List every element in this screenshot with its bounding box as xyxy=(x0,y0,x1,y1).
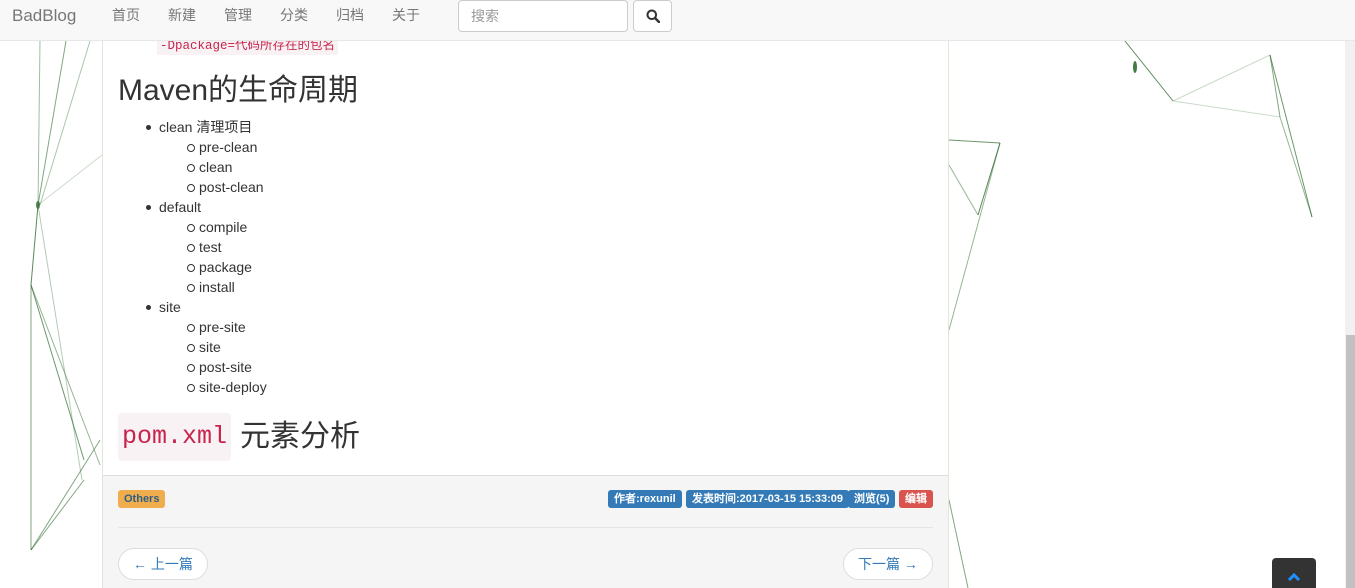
brand-logo[interactable]: BadBlog xyxy=(12,6,76,26)
nav-home[interactable]: 首页 xyxy=(98,0,154,40)
list-item: post-clean xyxy=(187,179,264,195)
list-item: clean 清理项目 xyxy=(145,119,253,135)
next-post-button[interactable]: 下一篇 → xyxy=(843,548,933,580)
list-item: compile xyxy=(186,219,248,235)
list-item: post-site xyxy=(187,359,252,375)
edit-button[interactable]: 编辑 xyxy=(899,490,933,508)
list-item: pre-site xyxy=(187,319,246,335)
views-badge: 浏览(5) xyxy=(848,490,896,508)
nav-about[interactable]: 关于 xyxy=(378,0,434,40)
list-item: pre-clean xyxy=(186,139,258,155)
nav-manage[interactable]: 管理 xyxy=(210,0,266,40)
nav-new[interactable]: 新建 xyxy=(154,0,210,40)
post-footer: Others 作者:rexunil 发表时间:2017-03-15 15:33:… xyxy=(103,475,948,588)
top-navbar: BadBlog 首页 新建 管理 分类 归档 关于 xyxy=(0,0,1355,41)
nav-archive[interactable]: 归档 xyxy=(322,0,378,40)
search-icon xyxy=(646,9,660,23)
scrollbar-thumb[interactable] xyxy=(1346,335,1355,588)
publish-time-badge: 发表时间:2017-03-15 15:33:09 xyxy=(686,490,850,508)
list-item: test xyxy=(187,239,222,255)
list-item: clean xyxy=(186,159,233,175)
category-tag[interactable]: Others xyxy=(118,490,166,508)
pom-heading-code: pom.xml xyxy=(118,413,232,461)
chevron-up-icon xyxy=(1287,572,1301,582)
nav-category[interactable]: 分类 xyxy=(266,0,322,40)
list-item: default xyxy=(145,199,202,215)
list-item: install xyxy=(187,279,235,295)
list-item: site xyxy=(146,299,181,315)
list-item: site-deploy xyxy=(187,379,267,395)
lifecycle-heading: Maven的生命周期 xyxy=(118,74,359,107)
search-input[interactable] xyxy=(458,0,628,32)
article-panel: -Dpackage=代码所存在的包名 Maven的生命周期 clean 清理项目… xyxy=(102,41,949,588)
list-item: site xyxy=(187,339,221,355)
list-item: package xyxy=(187,259,252,275)
nav-links: 首页 新建 管理 分类 归档 关于 xyxy=(98,0,434,40)
back-to-top-button[interactable] xyxy=(1272,558,1316,588)
pom-heading: pom.xml 元素分析 xyxy=(118,413,360,461)
pom-heading-text: 元素分析 xyxy=(240,420,361,453)
author-badge: 作者:rexunil xyxy=(608,490,682,508)
search-button[interactable] xyxy=(633,0,672,32)
code-snippet: -Dpackage=代码所存在的包名 xyxy=(157,41,339,55)
prev-post-button[interactable]: ← 上一篇 xyxy=(118,548,208,580)
divider xyxy=(118,527,933,528)
